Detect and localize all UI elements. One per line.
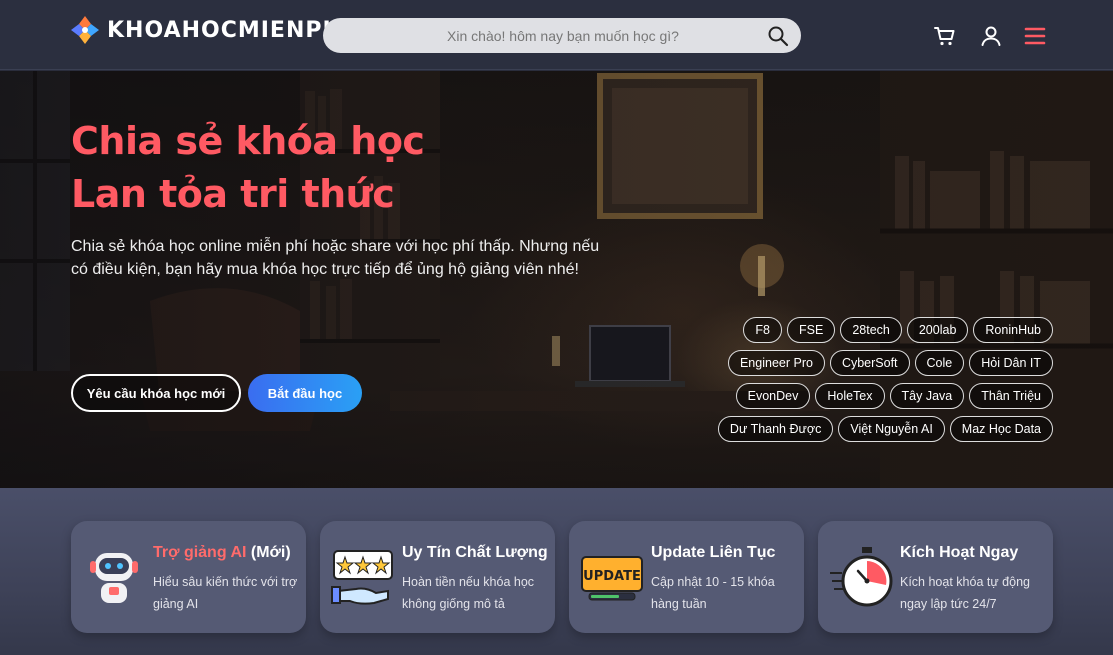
site-logo[interactable]: KHOAHOCMIENPHI xyxy=(70,15,351,45)
update-icon: UPDATE xyxy=(581,556,643,601)
menu-icon[interactable] xyxy=(1023,24,1047,48)
feature-description: Kích hoạt khóa tự động ngay lập tức 24/7 xyxy=(900,575,1030,611)
logo-text: KHOAHOCMIENPHI xyxy=(107,17,352,43)
top-navbar: KHOAHOCMIENPHI xyxy=(0,0,1113,70)
tag-row: Engineer Pro CyberSoft Cole Hỏi Dân IT xyxy=(727,350,1053,376)
search-bar xyxy=(323,18,801,53)
hero-title-line2: Lan tỏa tri thức xyxy=(71,172,395,216)
search-input[interactable] xyxy=(323,18,763,53)
tag-evondev[interactable]: EvonDev xyxy=(735,383,811,409)
tag-row: Dư Thanh Được Việt Nguyễn AI Maz Học Dat… xyxy=(717,416,1053,442)
stopwatch-icon xyxy=(830,547,893,607)
tag-28tech[interactable]: 28tech xyxy=(840,317,902,343)
rating-hand-icon xyxy=(331,550,393,605)
logo-icon xyxy=(71,16,99,44)
feature-title: Uy Tín Chất Lượng xyxy=(402,544,548,561)
tag-viet-nguyen-ai[interactable]: Việt Nguyễn AI xyxy=(838,416,945,442)
instructor-tags: F8 FSE 28tech 200lab RoninHub Engineer P… xyxy=(693,317,1053,442)
tag-fse[interactable]: FSE xyxy=(787,317,836,343)
tag-engineer-pro[interactable]: Engineer Pro xyxy=(727,350,825,376)
feature-title: Kích Hoạt Ngay xyxy=(900,544,1019,561)
tag-cole[interactable]: Cole xyxy=(914,350,965,376)
tag-maz-hoc-data[interactable]: Maz Học Data xyxy=(949,416,1053,442)
feature-card-quality[interactable]: Uy Tín Chất Lượng Hoàn tiền nếu khóa học… xyxy=(320,521,555,633)
search-icon[interactable] xyxy=(767,25,789,47)
tag-row: F8 FSE 28tech 200lab RoninHub xyxy=(743,317,1053,343)
request-course-button[interactable]: Yêu cầu khóa học mới xyxy=(71,374,241,412)
hero-description: Chia sẻ khóa học online miễn phí hoặc sh… xyxy=(71,238,600,278)
feature-description: Cập nhật 10 - 15 khóa hàng tuần xyxy=(651,575,775,611)
start-learning-button[interactable]: Bắt đầu học xyxy=(248,374,362,412)
feature-title: Trợ giảng AI (Mới) xyxy=(153,544,291,561)
feature-card-update[interactable]: UPDATE Update Liên Tục Cập nhật 10 - 15 … xyxy=(569,521,804,633)
tag-cybersoft[interactable]: CyberSoft xyxy=(829,350,910,376)
tag-f8[interactable]: F8 xyxy=(743,317,783,343)
tag-hoi-dan-it[interactable]: Hỏi Dân IT xyxy=(969,350,1053,376)
cart-icon[interactable] xyxy=(933,24,957,48)
tag-than-trieu[interactable]: Thân Triệu xyxy=(969,383,1053,409)
feature-title: Update Liên Tục xyxy=(651,544,776,561)
svg-text:UPDATE: UPDATE xyxy=(583,569,641,584)
feature-description: Hoàn tiền nếu khóa học không giống mô tả xyxy=(402,575,535,611)
tag-row: EvonDev HoleTex Tây Java Thân Triệu xyxy=(735,383,1053,409)
tag-holetex[interactable]: HoleTex xyxy=(815,383,885,409)
tag-roninhub[interactable]: RoninHub xyxy=(973,317,1053,343)
hero-title-line1: Chia sẻ khóa học xyxy=(71,119,425,163)
tag-tay-java[interactable]: Tây Java xyxy=(889,383,965,409)
feature-card-ai[interactable]: Trợ giảng AI (Mới) Hiểu sâu kiến thức vớ… xyxy=(71,521,306,633)
tag-du-thanh-duoc[interactable]: Dư Thanh Được xyxy=(717,416,834,442)
features-section: Trợ giảng AI (Mới) Hiểu sâu kiến thức vớ… xyxy=(0,488,1113,655)
hero-section: Chia sẻ khóa học Lan tỏa tri thức Chia s… xyxy=(0,71,1113,501)
tag-200lab[interactable]: 200lab xyxy=(906,317,969,343)
user-icon[interactable] xyxy=(979,24,1003,48)
feature-description: Hiểu sâu kiến thức với trợ giảng AI xyxy=(153,575,298,611)
feature-card-activate[interactable]: Kích Hoạt Ngay Kích hoạt khóa tự động ng… xyxy=(818,521,1053,633)
robot-icon xyxy=(90,553,138,603)
